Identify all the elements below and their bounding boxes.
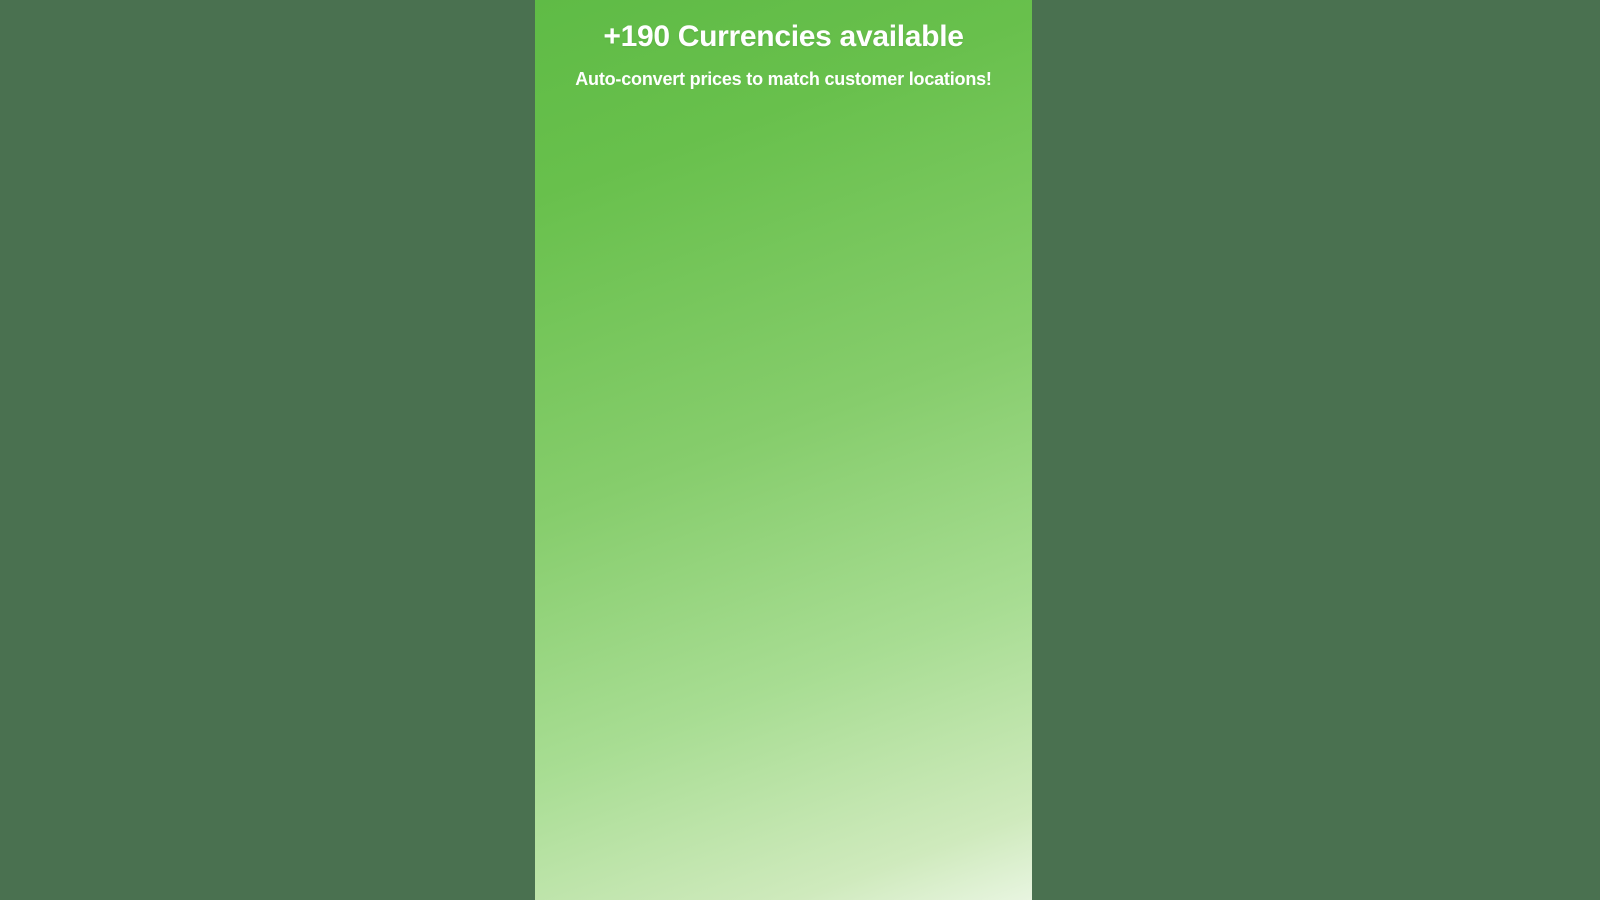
promo-panel: +190 Currencies available Auto-convert p… — [535, 0, 1032, 900]
promo-headline: +190 Currencies available — [603, 20, 964, 53]
promo-text-block: +190 Currencies available Auto-convert p… — [535, 20, 1032, 90]
promo-subheadline: Auto-convert prices to match customer lo… — [575, 69, 992, 89]
